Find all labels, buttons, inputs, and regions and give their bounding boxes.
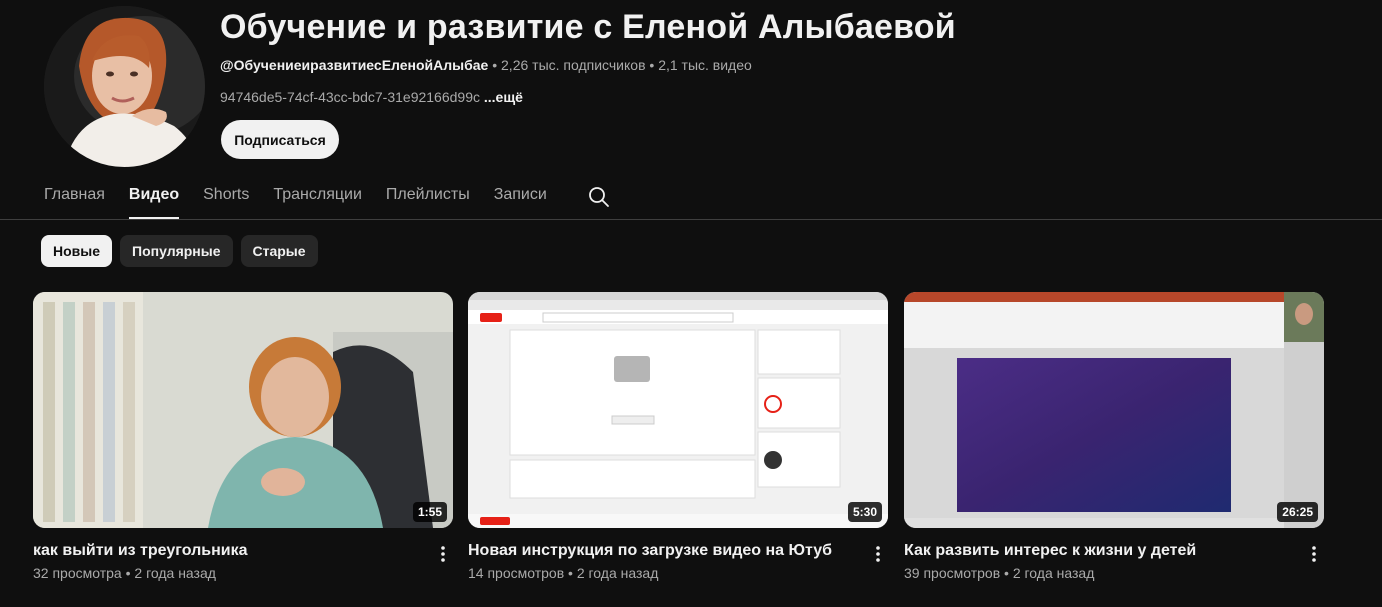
thumbnail-image xyxy=(33,292,453,528)
thumbnail-image xyxy=(904,292,1324,528)
video-thumbnail[interactable]: 1:55 xyxy=(33,292,453,528)
search-icon[interactable] xyxy=(587,185,611,209)
channel-title: Обучение и развитие с Еленой Алыбаевой xyxy=(220,8,956,46)
thumbnail-image xyxy=(468,292,888,528)
video-duration: 1:55 xyxy=(412,502,447,522)
subscribe-button[interactable]: Подписаться xyxy=(221,120,339,159)
channel-handle: @ОбучениеиразвитиесЕленойАлыбае xyxy=(220,57,489,73)
video-age: 2 года назад xyxy=(134,565,216,581)
tab-home[interactable]: Главная xyxy=(44,176,105,219)
video-meta: 32 просмотра • 2 года назад xyxy=(33,565,216,581)
video-views: 14 просмотров xyxy=(468,565,565,581)
tab-posts[interactable]: Записи xyxy=(494,176,547,219)
video-card[interactable]: 1:55 как выйти из треугольника 32 просмо… xyxy=(33,292,453,581)
more-vert-icon[interactable] xyxy=(868,544,888,564)
more-vert-icon[interactable] xyxy=(433,544,453,564)
video-title[interactable]: Как развить интерес к жизни у детей xyxy=(904,542,1196,560)
subscriber-count: 2,26 тыс. подписчиков xyxy=(501,57,646,73)
video-card[interactable]: 26:25 Как развить интерес к жизни у дете… xyxy=(904,292,1324,581)
video-title[interactable]: как выйти из треугольника xyxy=(33,542,247,560)
sort-chips: Новые Популярные Старые xyxy=(41,235,318,267)
meta-separator: • xyxy=(568,565,573,581)
meta-separator: • xyxy=(649,57,655,73)
meta-separator: • xyxy=(125,565,131,581)
video-duration: 26:25 xyxy=(1277,502,1318,522)
description-text: 94746de5-74cf-43cc-bdc7-31e92166d99c xyxy=(220,89,480,105)
tabs-divider xyxy=(0,219,1382,220)
video-age: 2 года назад xyxy=(576,565,659,581)
video-title[interactable]: Новая инструкция по загрузке видео на Ют… xyxy=(468,542,832,560)
video-age: 2 года назад xyxy=(1012,565,1095,581)
chip-popular[interactable]: Популярные xyxy=(120,235,233,267)
video-duration: 5:30 xyxy=(847,502,882,522)
chip-newest[interactable]: Новые xyxy=(41,235,113,267)
meta-separator: • xyxy=(1004,565,1009,581)
more-vert-icon[interactable] xyxy=(1304,544,1324,564)
tab-videos[interactable]: Видео xyxy=(128,176,180,219)
channel-avatar[interactable] xyxy=(44,6,205,167)
video-views: 32 просмотра xyxy=(33,565,122,581)
video-meta: 39 просмотров • 2 года назад xyxy=(904,565,1094,581)
channel-description[interactable]: 94746de5-74cf-43cc-bdc7-31e92166d99c ...… xyxy=(220,89,523,105)
tab-shorts[interactable]: Shorts xyxy=(203,176,249,219)
video-views: 39 просмотров xyxy=(904,565,1001,581)
avatar-image xyxy=(44,6,205,167)
video-thumbnail[interactable]: 5:30 xyxy=(468,292,888,528)
tab-live[interactable]: Трансляции xyxy=(273,176,362,219)
video-count: 2,1 тыс. видео xyxy=(658,57,752,73)
tab-playlists[interactable]: Плейлисты xyxy=(386,176,470,219)
meta-separator: • xyxy=(492,57,498,73)
chip-oldest[interactable]: Старые xyxy=(240,235,318,267)
video-thumbnail[interactable]: 26:25 xyxy=(904,292,1324,528)
channel-tabs: Главная Видео Shorts Трансляции Плейлист… xyxy=(44,176,571,219)
channel-meta: @ОбучениеиразвитиесЕленойАлыбае • 2,26 т… xyxy=(220,57,752,73)
more-link[interactable]: ...ещё xyxy=(484,89,523,105)
video-meta: 14 просмотров • 2 года назад xyxy=(468,565,658,581)
video-card[interactable]: 5:30 Новая инструкция по загрузке видео … xyxy=(468,292,888,581)
